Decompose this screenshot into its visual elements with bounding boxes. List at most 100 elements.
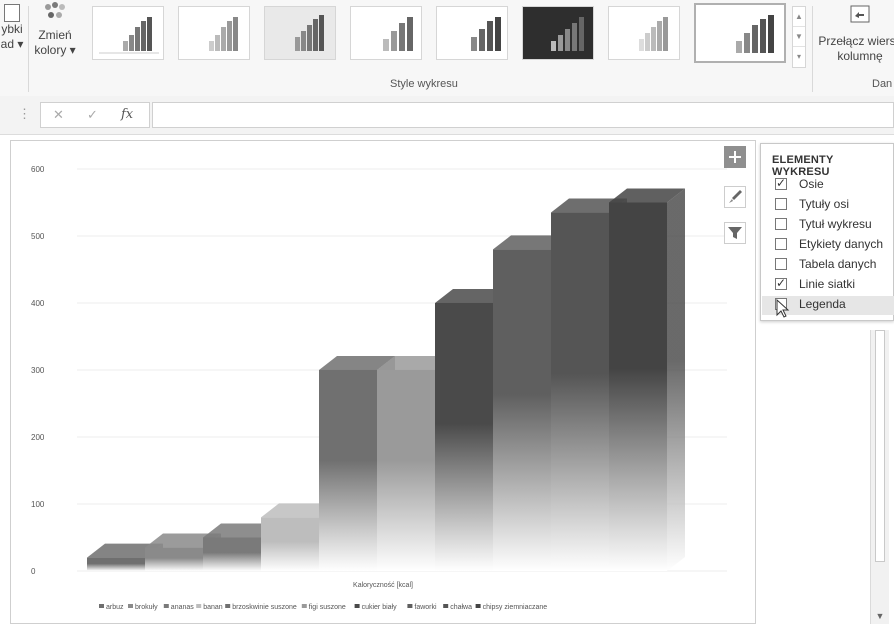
legend-swatch xyxy=(128,604,133,608)
legend-entry: brokuły xyxy=(135,604,158,611)
change-colors-button[interactable]: Zmień kolory ▾ xyxy=(32,2,78,58)
chart-filters-button[interactable] xyxy=(724,222,746,244)
bar xyxy=(377,370,435,571)
gallery-scroll-up-icon[interactable]: ▲ xyxy=(793,7,805,27)
styles-group-label: Style wykresu xyxy=(390,78,458,90)
vertical-scrollbar[interactable]: ▼ xyxy=(870,330,889,624)
chart-elements-title: ELEMENTY WYKRESU xyxy=(772,154,834,178)
switch-row-column-button[interactable]: Przełącz wiersz kolumnę xyxy=(818,4,894,64)
chart-style-5[interactable] xyxy=(436,6,508,60)
formula-input[interactable] xyxy=(152,102,894,128)
option-label: Legenda xyxy=(799,297,846,311)
legend-entry: chipsy ziemniaczane xyxy=(483,604,548,611)
formula-bar: ⋮ ✕ ✓ fx xyxy=(0,96,894,135)
option-label: Linie siatki xyxy=(799,277,856,291)
checkmark-icon: ✓ xyxy=(776,276,787,290)
gallery-expand-icon[interactable]: ▾ xyxy=(793,47,805,66)
mouse-pointer-icon xyxy=(776,299,790,318)
option-checkbox[interactable]: ✓ xyxy=(775,176,787,190)
chart-elements-button[interactable] xyxy=(724,146,746,168)
column-chart-3d: 0 100 200 300 400 500 600 Kaloryczność [kcal] ar… xyxy=(31,165,727,611)
chart-style-preview xyxy=(209,17,238,51)
legend-swatch xyxy=(443,604,449,608)
option-label: Tabela danych xyxy=(799,257,877,271)
chart-style-6[interactable] xyxy=(522,6,594,60)
quick-layout-label-2: ad ▾ xyxy=(0,37,24,51)
chart-style-preview xyxy=(383,17,413,51)
chart-style-preview xyxy=(471,17,501,51)
data-group-label: Dan xyxy=(872,78,893,90)
bar xyxy=(551,212,609,572)
chart-area[interactable]: 0 100 200 300 400 500 600 Kaloryczność [kcal] ar… xyxy=(10,140,756,624)
option-checkbox[interactable] xyxy=(775,238,787,250)
y-tick-label: 400 xyxy=(31,299,45,308)
legend-entry: chałwa xyxy=(450,604,472,611)
scrollbar-thumb[interactable] xyxy=(875,330,885,562)
legend-swatch xyxy=(196,604,202,608)
chart-style-4[interactable] xyxy=(350,6,422,60)
formula-buttons: ✕ ✓ fx xyxy=(40,102,150,128)
chart-element-option[interactable]: Tabela danych xyxy=(775,256,894,275)
name-box-separator-icon[interactable]: ⋮ xyxy=(18,106,31,122)
y-tick-label: 0 xyxy=(31,567,36,576)
chart-style-7[interactable] xyxy=(608,6,680,60)
bar xyxy=(435,303,493,571)
ribbon-separator xyxy=(812,6,813,92)
bar xyxy=(319,370,377,571)
bar xyxy=(261,517,319,571)
cancel-icon[interactable]: ✕ xyxy=(53,107,64,123)
chart-styles-gallery: ▲ ▼ ▾ xyxy=(84,2,810,72)
chart-element-option[interactable]: Tytuły osi xyxy=(775,196,894,215)
checkmark-icon: ✓ xyxy=(776,176,787,190)
chart-style-2[interactable] xyxy=(178,6,250,60)
chart-element-option[interactable]: ✓ Osie xyxy=(775,176,894,195)
chart-element-option[interactable]: ✓ Linie siatki xyxy=(775,276,894,295)
chart-style-8-selected[interactable] xyxy=(694,3,786,63)
legend-entry: arbuz xyxy=(106,604,124,611)
legend-entry: brzoskwinie suszone xyxy=(232,604,297,611)
chart-style-preview xyxy=(99,17,159,54)
legend-swatch xyxy=(407,604,413,608)
confirm-icon[interactable]: ✓ xyxy=(87,107,98,123)
option-checkbox[interactable] xyxy=(775,198,787,210)
chart-style-preview xyxy=(639,17,668,51)
option-label: Osie xyxy=(799,177,824,191)
scroll-down-arrow-icon[interactable]: ▼ xyxy=(871,608,889,624)
option-label: Etykiety danych xyxy=(799,237,884,251)
option-checkbox[interactable]: ✓ xyxy=(775,276,787,290)
y-tick-label: 300 xyxy=(31,366,45,375)
gallery-scroll-down-icon[interactable]: ▼ xyxy=(793,27,805,47)
chart-element-option[interactable]: Tytuł wykresu xyxy=(775,216,894,235)
legend-entry: banan xyxy=(203,604,223,611)
palette-icon xyxy=(45,2,65,18)
legend-swatch xyxy=(354,604,360,608)
bar xyxy=(87,557,145,571)
legend-entry: cukier biały xyxy=(362,604,398,611)
quick-layout-button[interactable]: ybki ad ▾ xyxy=(0,4,24,52)
chart-styles-button[interactable] xyxy=(724,186,746,208)
bar xyxy=(203,537,261,571)
gallery-scroll[interactable]: ▲ ▼ ▾ xyxy=(792,6,806,68)
bar-side xyxy=(667,188,685,571)
switch-row-column-label-2: kolumnę xyxy=(837,49,883,63)
legend-entry: ananas xyxy=(171,604,194,611)
insert-function-icon[interactable]: fx xyxy=(121,107,133,122)
quick-layout-icon xyxy=(4,4,20,22)
filter-icon xyxy=(728,227,742,239)
chart-style-preview xyxy=(736,15,774,53)
chart-style-1[interactable] xyxy=(92,6,164,60)
legend-swatch xyxy=(163,604,169,608)
option-checkbox[interactable] xyxy=(775,258,787,270)
chart-element-option[interactable]: Etykiety danych xyxy=(775,236,894,255)
chart-style-preview xyxy=(295,15,324,51)
switch-row-column-label-1: Przełącz wiersz xyxy=(818,34,894,48)
quick-layout-label-1: ybki xyxy=(1,22,23,36)
switch-row-column-icon xyxy=(850,5,870,23)
change-colors-label-2: kolory ▾ xyxy=(34,43,76,57)
option-label: Tytuł wykresu xyxy=(799,217,872,231)
chart-elements-panel: ELEMENTY WYKRESU ✓ Osie Tytuły osi Tytuł wy… xyxy=(760,143,894,321)
ribbon: ybki ad ▾ Zmień kolory ▾ ▲ ▼ ▾ Style wyk… xyxy=(0,0,894,97)
chart-style-3[interactable] xyxy=(264,6,336,60)
option-checkbox[interactable] xyxy=(775,218,787,230)
chart-style-preview xyxy=(551,17,584,51)
